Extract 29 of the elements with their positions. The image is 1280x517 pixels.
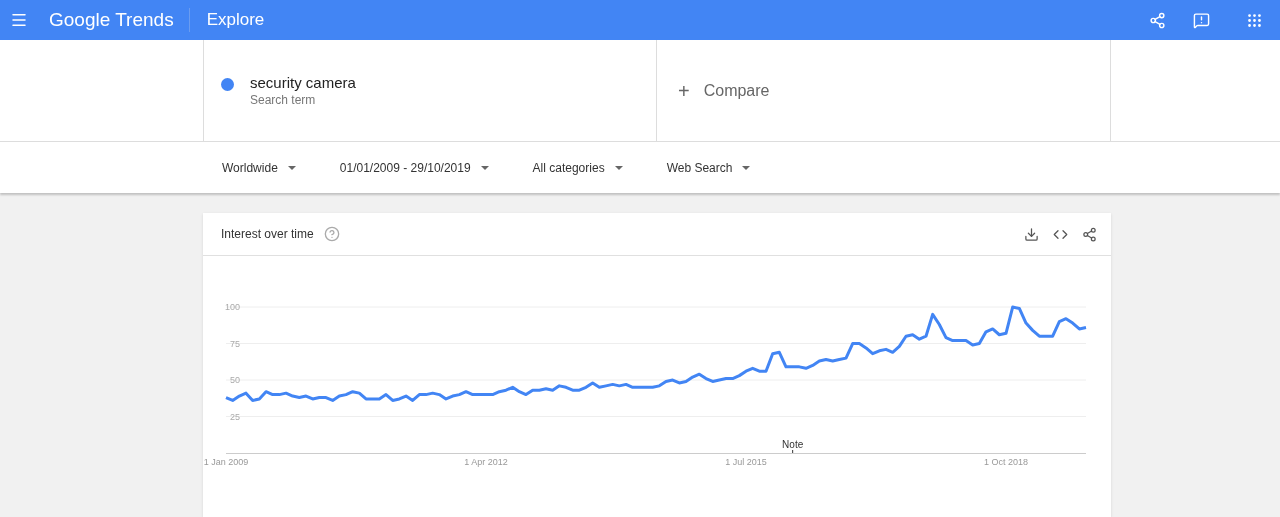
download-icon[interactable] (1024, 226, 1039, 242)
term-type-label: Search term (250, 92, 317, 108)
share-icon[interactable] (1082, 226, 1097, 242)
x-tick-label: 1 Jan 2009 (203, 457, 249, 467)
y-tick-label: 50 (230, 375, 240, 385)
filter-dropdown[interactable]: All categories (532, 158, 623, 177)
card-title: Interest over time (221, 226, 314, 243)
logo: Google Trends (49, 8, 190, 32)
caret-icon (480, 165, 489, 170)
x-tick-label: 1 Jul 2015 (725, 457, 767, 467)
filter-dropdown[interactable]: 01/01/2009 - 29/10/2019 (339, 158, 489, 177)
caret-icon (287, 165, 296, 170)
feedback-icon[interactable] (1193, 11, 1210, 29)
x-tick-label: 1 Apr 2012 (464, 457, 508, 467)
page-title: Explore (206, 9, 265, 32)
caret-icon (614, 165, 623, 170)
help-icon[interactable] (323, 226, 340, 242)
search-term: security camera (250, 74, 356, 92)
filter-dropdown[interactable]: Worldwide (222, 158, 296, 177)
y-tick-label: 75 (230, 338, 240, 349)
annotation: Note (782, 439, 804, 450)
apps-icon[interactable] (1246, 11, 1263, 29)
y-tick-label: 25 (230, 411, 240, 422)
caret-icon (742, 165, 751, 170)
y-tick-label: 100 (224, 302, 240, 312)
filter-dropdown[interactable]: Web Search (666, 158, 751, 177)
x-tick-label: 1 Oct 2018 (984, 457, 1028, 467)
share-icon[interactable] (1149, 11, 1166, 29)
menu-icon[interactable] (10, 11, 28, 29)
